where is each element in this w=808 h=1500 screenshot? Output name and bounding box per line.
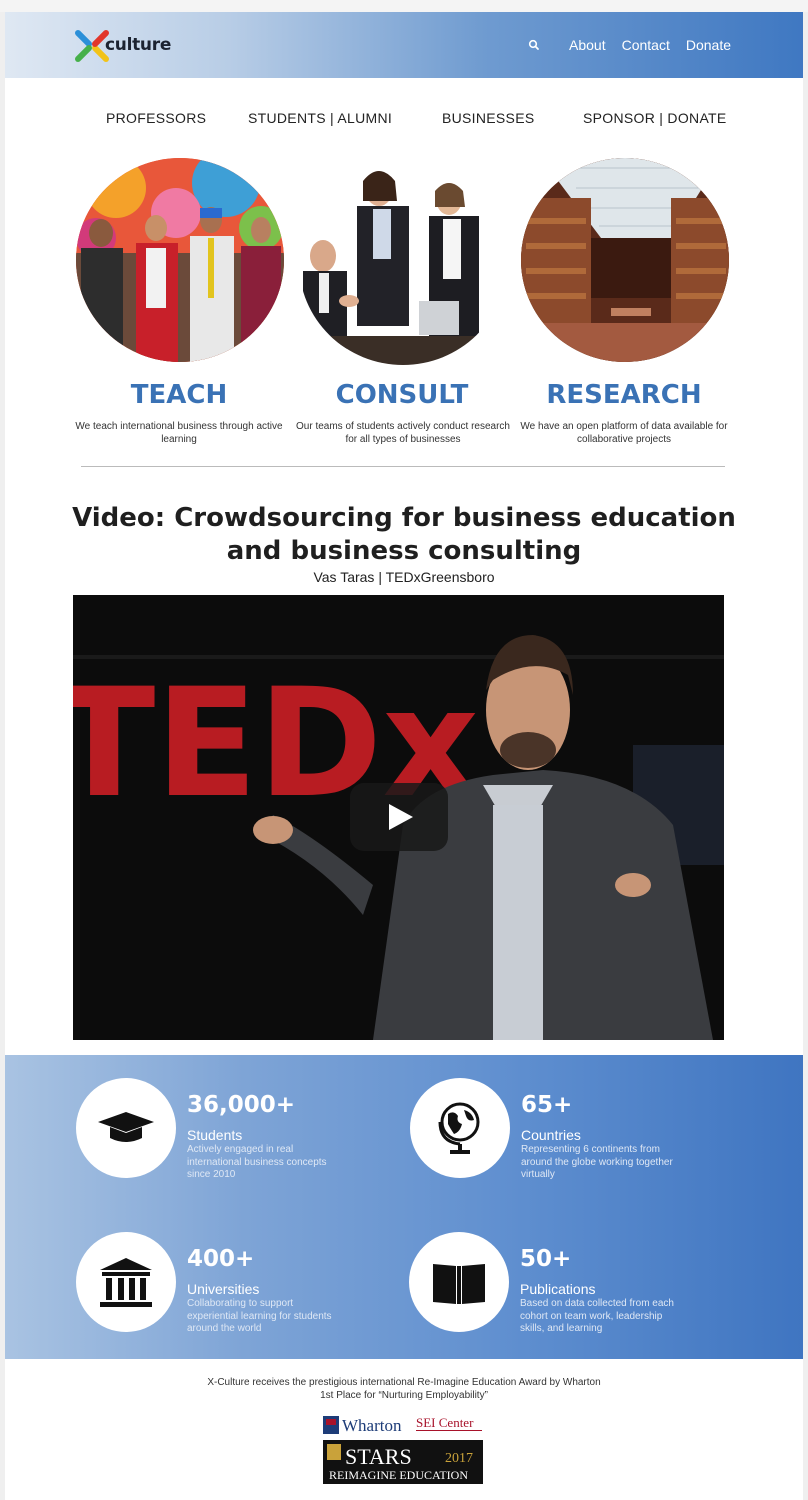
award-year: 2017 — [445, 1451, 473, 1466]
reimagine-text: REIMAGINE EDUCATION — [329, 1468, 468, 1482]
play-button[interactable] — [350, 783, 448, 851]
play-icon — [389, 804, 413, 830]
menu-businesses[interactable]: BUSINESSES — [442, 110, 534, 126]
research-description: We have an open platform of data availab… — [520, 421, 728, 445]
video-speaker: Vas Taras | TEDxGreensboro — [313, 569, 495, 585]
graduation-cap-icon — [98, 1112, 154, 1142]
stat-students: 36,000+ Students Actively engaged in rea… — [76, 1078, 396, 1180]
stat-icon-circle — [410, 1078, 510, 1178]
stat-publications: 50+ Publications Based on data collected… — [409, 1232, 729, 1334]
stars-text: STARS — [345, 1444, 412, 1469]
stat-number: 400+ — [187, 1246, 255, 1272]
search-icon[interactable] — [527, 38, 541, 52]
sei-center-text: SEI Center — [416, 1415, 474, 1430]
stat-label: Students — [187, 1127, 243, 1143]
stat-universities: 400+ Universities Collaborating to suppo… — [76, 1232, 396, 1334]
stat-number: 36,000+ — [187, 1092, 296, 1118]
stat-description: Based on data collected from each cohort… — [520, 1298, 674, 1334]
section-divider — [81, 466, 725, 467]
award-line-1: X-Culture receives the prestigious inter… — [207, 1377, 601, 1388]
university-icon — [100, 1258, 152, 1307]
consult-photo[interactable] — [299, 161, 507, 365]
page: culture About Contact Donate PROFESSORS … — [5, 12, 803, 1500]
nav-contact[interactable]: Contact — [622, 37, 670, 53]
consult-description: Our teams of students actively conduct r… — [296, 421, 510, 445]
nav-about[interactable]: About — [569, 37, 606, 53]
video-player[interactable]: TEDx — [73, 595, 724, 1040]
stat-icon-circle — [76, 1232, 176, 1332]
stat-icon-circle — [76, 1078, 176, 1178]
site-header: culture About Contact Donate — [5, 12, 803, 78]
stat-number: 50+ — [520, 1246, 572, 1272]
stats-section: 36,000+ Students Actively engaged in rea… — [5, 1055, 803, 1359]
globe-icon — [438, 1102, 480, 1154]
award-announcement: X-Culture receives the prestigious inter… — [5, 1377, 803, 1402]
stat-label: Publications — [520, 1281, 596, 1297]
browser-top-strip — [0, 0, 808, 12]
reimagine-stars-award-badge[interactable]: STARS 2017 REIMAGINE EDUCATION — [323, 1440, 483, 1484]
wharton-logo[interactable]: Wharton SEI Center — [323, 1414, 488, 1438]
top-nav: About Contact Donate — [527, 37, 731, 53]
stat-label: Countries — [521, 1127, 581, 1143]
stat-number: 65+ — [521, 1092, 573, 1118]
x-logo-icon — [75, 30, 109, 62]
award-line-2: 1st Place for “Nurturing Employability” — [320, 1389, 488, 1401]
logo-text: culture — [105, 35, 172, 55]
stat-icon-circle — [409, 1232, 509, 1332]
menu-professors[interactable]: PROFESSORS — [106, 110, 206, 126]
video-heading: Video: Crowdsourcing for business educat… — [72, 503, 736, 566]
wharton-text: Wharton — [342, 1416, 402, 1435]
menu-students-alumni[interactable]: STUDENTS | ALUMNI — [248, 110, 392, 126]
teach-photo[interactable] — [76, 158, 284, 362]
stat-countries: 65+ Countries Representing 6 continents … — [410, 1078, 730, 1180]
research-title[interactable]: RESEARCH — [514, 380, 734, 410]
teach-description: We teach international business through … — [75, 421, 283, 445]
teach-title[interactable]: TEACH — [69, 380, 289, 410]
stat-description: Actively engaged in real international b… — [187, 1144, 327, 1180]
consult-title[interactable]: CONSULT — [292, 380, 512, 410]
nav-donate[interactable]: Donate — [686, 37, 731, 53]
stat-description: Collaborating to support experiential le… — [187, 1298, 332, 1334]
audience-menu: PROFESSORS STUDENTS | ALUMNI BUSINESSES … — [5, 110, 803, 130]
menu-sponsor-donate[interactable]: SPONSOR | DONATE — [583, 110, 727, 126]
stat-description: Representing 6 continents from around th… — [521, 1144, 673, 1180]
book-icon — [433, 1264, 485, 1304]
xculture-logo[interactable]: culture — [75, 29, 185, 63]
research-photo[interactable] — [521, 158, 729, 362]
stat-label: Universities — [187, 1281, 260, 1297]
